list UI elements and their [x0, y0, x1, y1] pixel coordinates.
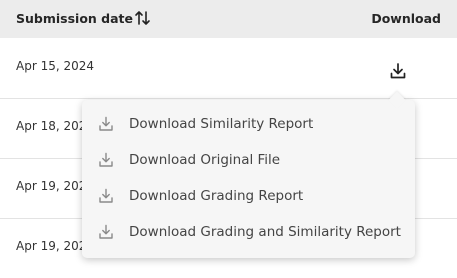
menu-item-download-original-file[interactable]: Download Original File: [82, 143, 415, 179]
download-icon[interactable]: [388, 61, 408, 81]
download-header: Download: [371, 11, 441, 26]
menu-item-label: Download Original File: [129, 152, 281, 168]
menu-item-download-grading-and-similarity-report[interactable]: Download Grading and Similarity Report: [82, 215, 415, 251]
submission-date-header[interactable]: Submission date: [16, 11, 133, 26]
menu-item-label: Download Similarity Report: [129, 116, 314, 132]
menu-item-label: Download Grading and Similarity Report: [129, 224, 401, 240]
menu-item-download-grading-report[interactable]: Download Grading Report: [82, 179, 415, 215]
download-icon: [98, 188, 114, 204]
menu-item-download-similarity-report[interactable]: Download Similarity Report: [82, 107, 415, 143]
download-icon: [98, 152, 114, 168]
table-header: Submission date Download: [0, 0, 457, 38]
download-icon: [98, 116, 114, 132]
sort-arrows-icon[interactable]: [134, 8, 152, 28]
download-menu: Download Similarity Report Download Orig…: [82, 91, 415, 258]
menu-item-label: Download Grading Report: [129, 188, 304, 204]
download-icon: [98, 224, 114, 240]
table-row: Apr 15, 2024: [0, 39, 457, 99]
submission-date-cell: Apr 15, 2024: [16, 59, 95, 73]
